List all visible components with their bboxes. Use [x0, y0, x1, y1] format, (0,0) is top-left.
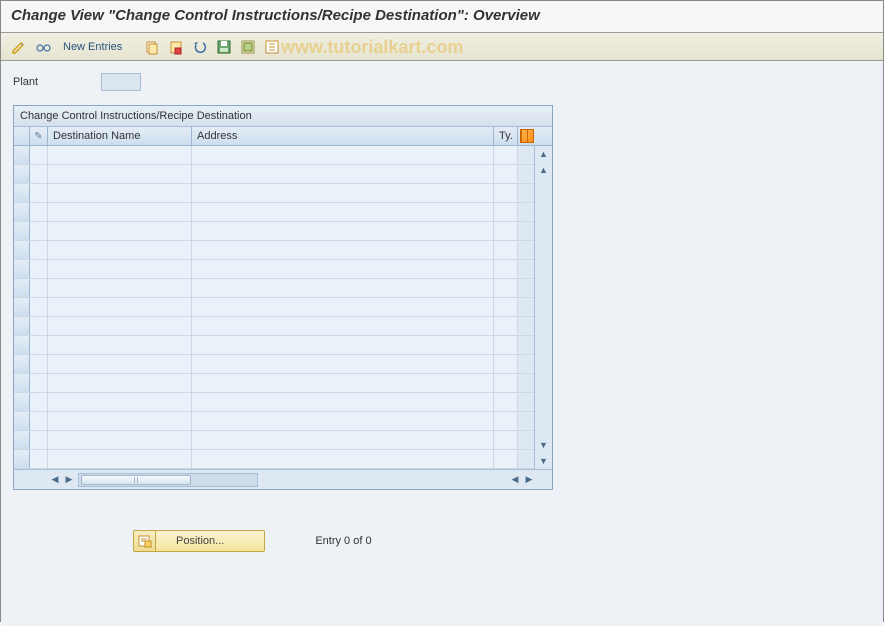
table-rows: [14, 146, 534, 469]
scroll-left-icon[interactable]: ◀: [48, 473, 62, 487]
table-row[interactable]: [14, 260, 534, 279]
scroll-up-icon[interactable]: ▲: [535, 146, 552, 162]
table-settings-button[interactable]: [518, 127, 536, 145]
scroll-right-icon[interactable]: ▶: [62, 473, 76, 487]
plant-field-row: Plant: [13, 73, 871, 91]
table-row[interactable]: [14, 165, 534, 184]
table-row[interactable]: [14, 355, 534, 374]
position-label: Position...: [156, 535, 264, 547]
glasses-icon[interactable]: [33, 37, 53, 57]
column-type[interactable]: Ty.: [494, 127, 518, 145]
table-row[interactable]: [14, 146, 534, 165]
table-row[interactable]: [14, 412, 534, 431]
scroll-right-icon[interactable]: ▶: [522, 473, 536, 487]
page-title: Change View "Change Control Instructions…: [1, 1, 883, 33]
scroll-left-icon[interactable]: ◀: [508, 473, 522, 487]
select-all-icon[interactable]: [238, 37, 258, 57]
position-button[interactable]: Position...: [133, 530, 265, 552]
table-body: ▲ ▲ ▼ ▼: [14, 146, 552, 469]
save-icon[interactable]: [214, 37, 234, 57]
deselect-all-icon[interactable]: [262, 37, 282, 57]
copy-icon[interactable]: [142, 37, 162, 57]
plant-input[interactable]: [101, 73, 141, 91]
table-row[interactable]: [14, 393, 534, 412]
table-header: ✎ Destination Name Address Ty.: [14, 127, 552, 146]
footer: Position... Entry 0 of 0: [13, 530, 871, 552]
table-row[interactable]: [14, 450, 534, 469]
horizontal-scrollbar[interactable]: ◀ ▶ ◀ ▶: [14, 469, 552, 489]
scroll-down-icon[interactable]: ▼: [535, 453, 552, 469]
scroll-track[interactable]: [78, 473, 258, 487]
pin-icon: ✎: [34, 131, 42, 142]
position-icon: [134, 531, 156, 551]
scroll-up-icon[interactable]: ▲: [535, 162, 552, 178]
main-content: Plant Change Control Instructions/Recipe…: [1, 61, 883, 626]
change-icon[interactable]: [9, 37, 29, 57]
table-row[interactable]: [14, 203, 534, 222]
table-row[interactable]: [14, 298, 534, 317]
table-row[interactable]: [14, 317, 534, 336]
toolbar: New Entries: [1, 33, 883, 61]
table-title: Change Control Instructions/Recipe Desti…: [14, 106, 552, 127]
table-row[interactable]: [14, 336, 534, 355]
table-row[interactable]: [14, 431, 534, 450]
column-destination-name[interactable]: Destination Name: [48, 127, 192, 145]
entry-count-text: Entry 0 of 0: [315, 535, 371, 547]
vertical-scrollbar[interactable]: ▲ ▲ ▼ ▼: [534, 146, 552, 469]
table-row[interactable]: [14, 279, 534, 298]
column-address[interactable]: Address: [192, 127, 494, 145]
plant-label: Plant: [13, 76, 93, 88]
change-entry-icon[interactable]: [166, 37, 186, 57]
table-settings-icon: [520, 129, 534, 143]
undo-icon[interactable]: [190, 37, 210, 57]
table-row[interactable]: [14, 241, 534, 260]
scroll-track[interactable]: [535, 178, 552, 437]
new-entries-button[interactable]: New Entries: [57, 39, 128, 55]
table-row[interactable]: [14, 374, 534, 393]
scroll-down-icon[interactable]: ▼: [535, 437, 552, 453]
table-row[interactable]: [14, 222, 534, 241]
fixed-column-indicator[interactable]: ✎: [30, 127, 48, 145]
table-row[interactable]: [14, 184, 534, 203]
select-all-rows[interactable]: [14, 127, 30, 145]
table-panel: Change Control Instructions/Recipe Desti…: [13, 105, 553, 490]
scroll-thumb[interactable]: [81, 475, 191, 485]
